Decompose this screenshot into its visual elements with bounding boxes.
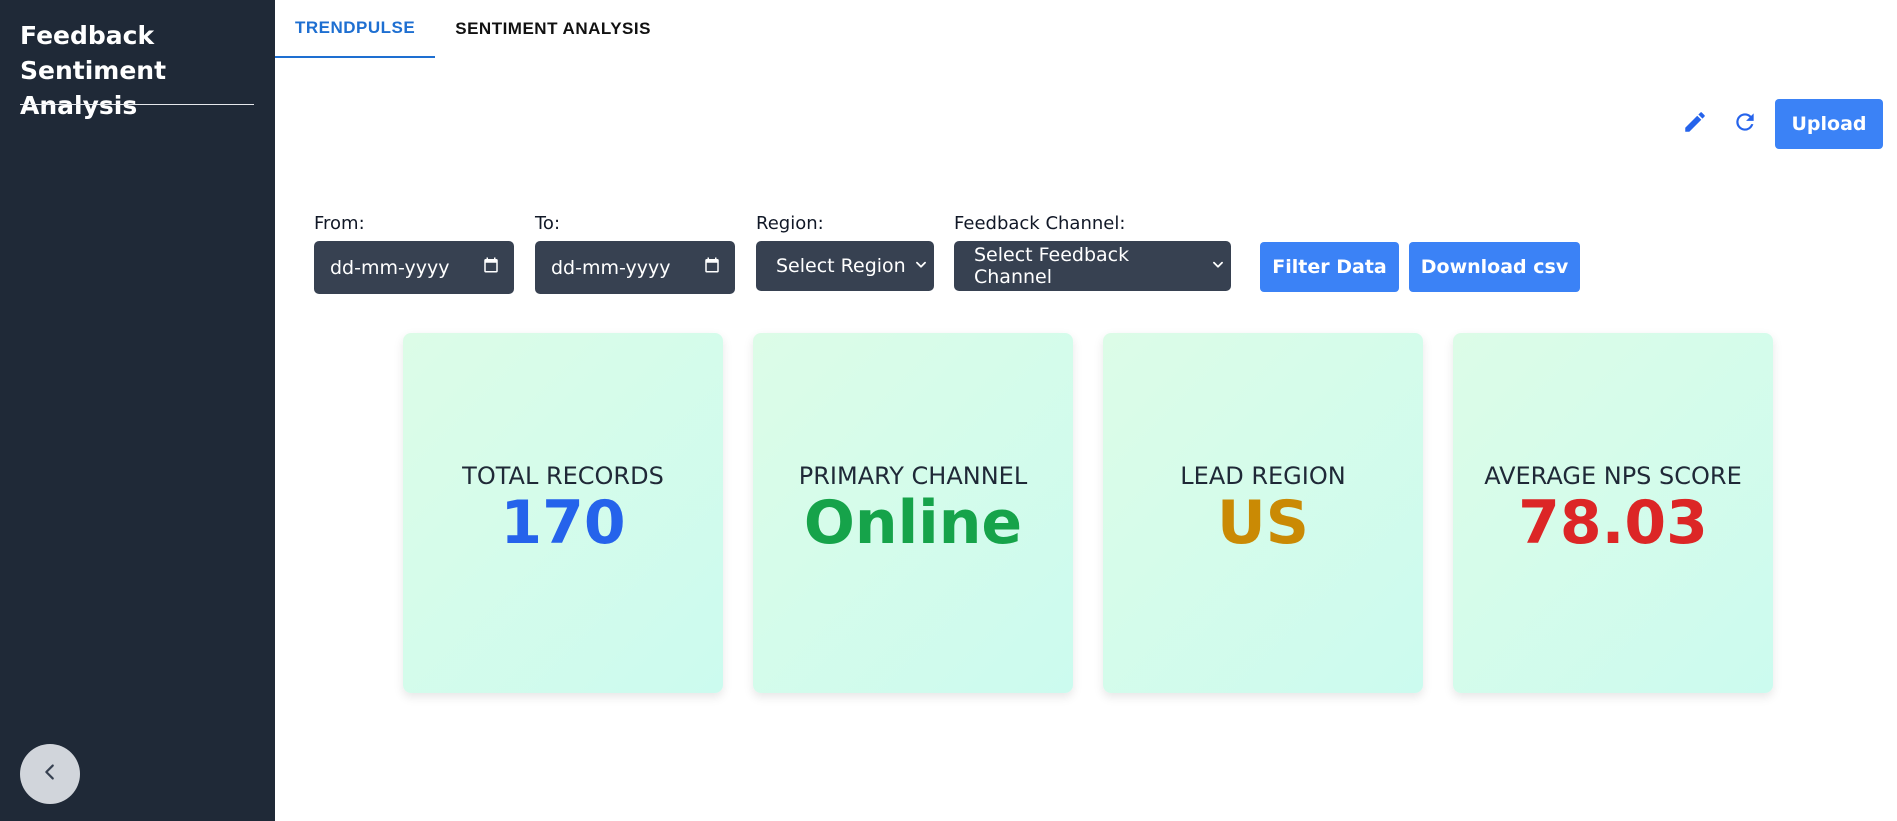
- main-content: TRENDPULSE SENTIMENT ANALYSIS Upload Fro…: [275, 0, 1897, 821]
- to-label: To:: [535, 213, 561, 234]
- kpi-card-lead-region: LEAD REGION US: [1103, 333, 1423, 693]
- filter-data-button[interactable]: Filter Data: [1260, 242, 1399, 292]
- refresh-button[interactable]: [1725, 104, 1765, 144]
- channel-select[interactable]: Select Feedback Channel: [954, 241, 1231, 291]
- tab-trendpulse[interactable]: TRENDPULSE: [275, 0, 436, 58]
- kpi-card-average-nps: AVERAGE NPS SCORE 78.03: [1453, 333, 1773, 693]
- kpi-label: AVERAGE NPS SCORE: [1484, 462, 1742, 490]
- app-title: Feedback Sentiment Analysis: [20, 21, 167, 120]
- calendar-icon: [703, 256, 721, 279]
- kpi-label: LEAD REGION: [1180, 462, 1346, 490]
- kpi-card-total-records: TOTAL RECORDS 170: [403, 333, 723, 693]
- chevron-left-icon: [39, 761, 61, 788]
- edit-button[interactable]: [1675, 104, 1715, 144]
- chevron-down-icon: [1211, 255, 1225, 277]
- toolbar: Upload: [1675, 99, 1883, 149]
- region-select-value: Select Region: [776, 255, 906, 277]
- download-csv-button[interactable]: Download csv: [1409, 242, 1580, 292]
- tab-sentiment-analysis[interactable]: SENTIMENT ANALYSIS: [435, 0, 671, 58]
- region-label: Region:: [756, 213, 824, 234]
- kpi-value: US: [1217, 488, 1309, 558]
- chevron-down-icon: [914, 255, 928, 277]
- calendar-icon: [482, 256, 500, 279]
- region-select[interactable]: Select Region: [756, 241, 934, 291]
- to-date-filter: To: dd-mm-yyyy: [535, 213, 735, 294]
- to-date-input[interactable]: dd-mm-yyyy: [535, 241, 735, 294]
- region-filter: Region: Select Region: [756, 213, 934, 291]
- from-date-value: dd-mm-yyyy: [330, 256, 450, 279]
- kpi-label: TOTAL RECORDS: [462, 462, 664, 490]
- kpi-value: Online: [803, 488, 1023, 558]
- from-label: From:: [314, 213, 365, 234]
- channel-filter: Feedback Channel: Select Feedback Channe…: [954, 213, 1231, 291]
- collapse-sidebar-button[interactable]: [20, 744, 80, 804]
- kpi-cards: TOTAL RECORDS 170 PRIMARY CHANNEL Online…: [403, 333, 1798, 693]
- upload-button[interactable]: Upload: [1775, 99, 1883, 149]
- to-date-value: dd-mm-yyyy: [551, 256, 671, 279]
- kpi-label: PRIMARY CHANNEL: [798, 462, 1028, 490]
- kpi-value: 170: [500, 488, 626, 558]
- channel-select-value: Select Feedback Channel: [974, 244, 1130, 288]
- kpi-value: 78.03: [1518, 488, 1708, 558]
- sidebar: Feedback Sentiment Analysis: [0, 0, 275, 821]
- kpi-card-primary-channel: PRIMARY CHANNEL Online: [753, 333, 1073, 693]
- from-date-input[interactable]: dd-mm-yyyy: [314, 241, 514, 294]
- refresh-icon: [1732, 109, 1758, 140]
- from-date-filter: From: dd-mm-yyyy: [314, 213, 514, 294]
- tab-bar: TRENDPULSE SENTIMENT ANALYSIS: [275, 0, 671, 58]
- pencil-icon: [1682, 109, 1708, 140]
- sidebar-divider: [20, 104, 254, 105]
- channel-label: Feedback Channel:: [954, 213, 1126, 234]
